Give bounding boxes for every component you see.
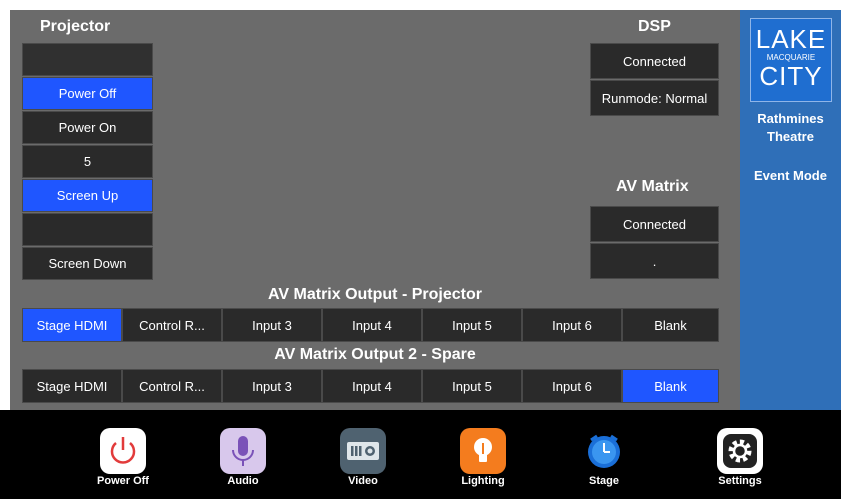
output2-title: AV Matrix Output 2 - Spare: [274, 346, 476, 363]
projector-empty-button[interactable]: [22, 213, 153, 246]
projector-icon: [340, 428, 386, 474]
screen-up-button[interactable]: Screen Up: [22, 179, 153, 212]
output1-input-2-button[interactable]: Control R...: [122, 308, 222, 342]
nav-stage[interactable]: Stage: [564, 428, 644, 487]
output2-input-1-button[interactable]: Stage HDMI: [22, 369, 122, 403]
output1-input-1-button[interactable]: Stage HDMI: [22, 308, 122, 342]
main-panel: Projector Power Off Power On 5 Screen Up…: [10, 10, 740, 410]
dsp-title: DSP: [638, 18, 671, 35]
nav-settings[interactable]: Settings: [700, 428, 780, 487]
sidebar: LAKE MACQUARIE CITY Rathmines Theatre Ev…: [740, 10, 841, 410]
screen-down-button[interactable]: Screen Down: [22, 247, 153, 280]
projector-power-on-button[interactable]: Power On: [22, 111, 153, 144]
lake-macquarie-logo: LAKE MACQUARIE CITY: [750, 18, 832, 102]
projector-power-off-label: Power Off: [58, 86, 117, 101]
projector-title: Projector: [40, 18, 111, 35]
output2-selector: Stage HDMI Control R... Input 3 Input 4 Inpu…: [22, 369, 719, 403]
output2-input-3-button[interactable]: Input 3: [222, 369, 322, 403]
nav-lighting[interactable]: Lighting: [443, 428, 523, 487]
lightbulb-icon: [460, 428, 506, 474]
projector-value-display: 5: [22, 145, 153, 178]
mode-label: Event Mode: [754, 168, 827, 183]
output1-input-3-button[interactable]: Input 3: [222, 308, 322, 342]
output2-input-2-button[interactable]: Control R...: [122, 369, 222, 403]
output1-input-5-button[interactable]: Input 5: [422, 308, 522, 342]
nav-audio[interactable]: Audio: [203, 428, 283, 487]
screen-down-label: Screen Down: [48, 256, 127, 271]
projector-power-off-button[interactable]: Power Off: [22, 77, 153, 110]
touch-panel-screen: Projector Power Off Power On 5 Screen Up…: [0, 0, 841, 499]
screen-up-label: Screen Up: [56, 188, 119, 203]
projector-power-on-label: Power On: [58, 120, 117, 135]
dsp-runmode: Runmode: Normal: [590, 80, 719, 116]
output1-selector: Stage HDMI Control R... Input 3 Input 4 Inpu…: [22, 308, 719, 342]
venue-name: Rathmines Theatre: [757, 111, 824, 144]
gear-icon: [717, 428, 763, 474]
output1-input-4-button[interactable]: Input 4: [322, 308, 422, 342]
output2-input-5-button[interactable]: Input 5: [422, 369, 522, 403]
output2-input-6-button[interactable]: Input 6: [522, 369, 622, 403]
av-matrix-status: Connected: [590, 206, 719, 242]
nav-power-off[interactable]: Power Off: [83, 428, 163, 487]
output2-input-4-button[interactable]: Input 4: [322, 369, 422, 403]
power-icon: [100, 428, 146, 474]
microphone-icon: [220, 428, 266, 474]
dsp-status: Connected: [590, 43, 719, 79]
projector-blank-button[interactable]: [22, 43, 153, 76]
projector-value-label: 5: [83, 154, 92, 169]
output1-title: AV Matrix Output - Projector: [268, 286, 482, 303]
output1-input-7-button[interactable]: Blank: [622, 308, 719, 342]
av-matrix-value: .: [590, 243, 719, 279]
av-matrix-title: AV Matrix: [616, 178, 689, 195]
stage-icon: [581, 428, 627, 474]
output1-input-6-button[interactable]: Input 6: [522, 308, 622, 342]
nav-video[interactable]: Video: [323, 428, 403, 487]
bottom-nav-bar: Power Off Audio Video Lighting Stage Set…: [0, 410, 841, 499]
output2-input-7-button[interactable]: Blank: [622, 369, 719, 403]
